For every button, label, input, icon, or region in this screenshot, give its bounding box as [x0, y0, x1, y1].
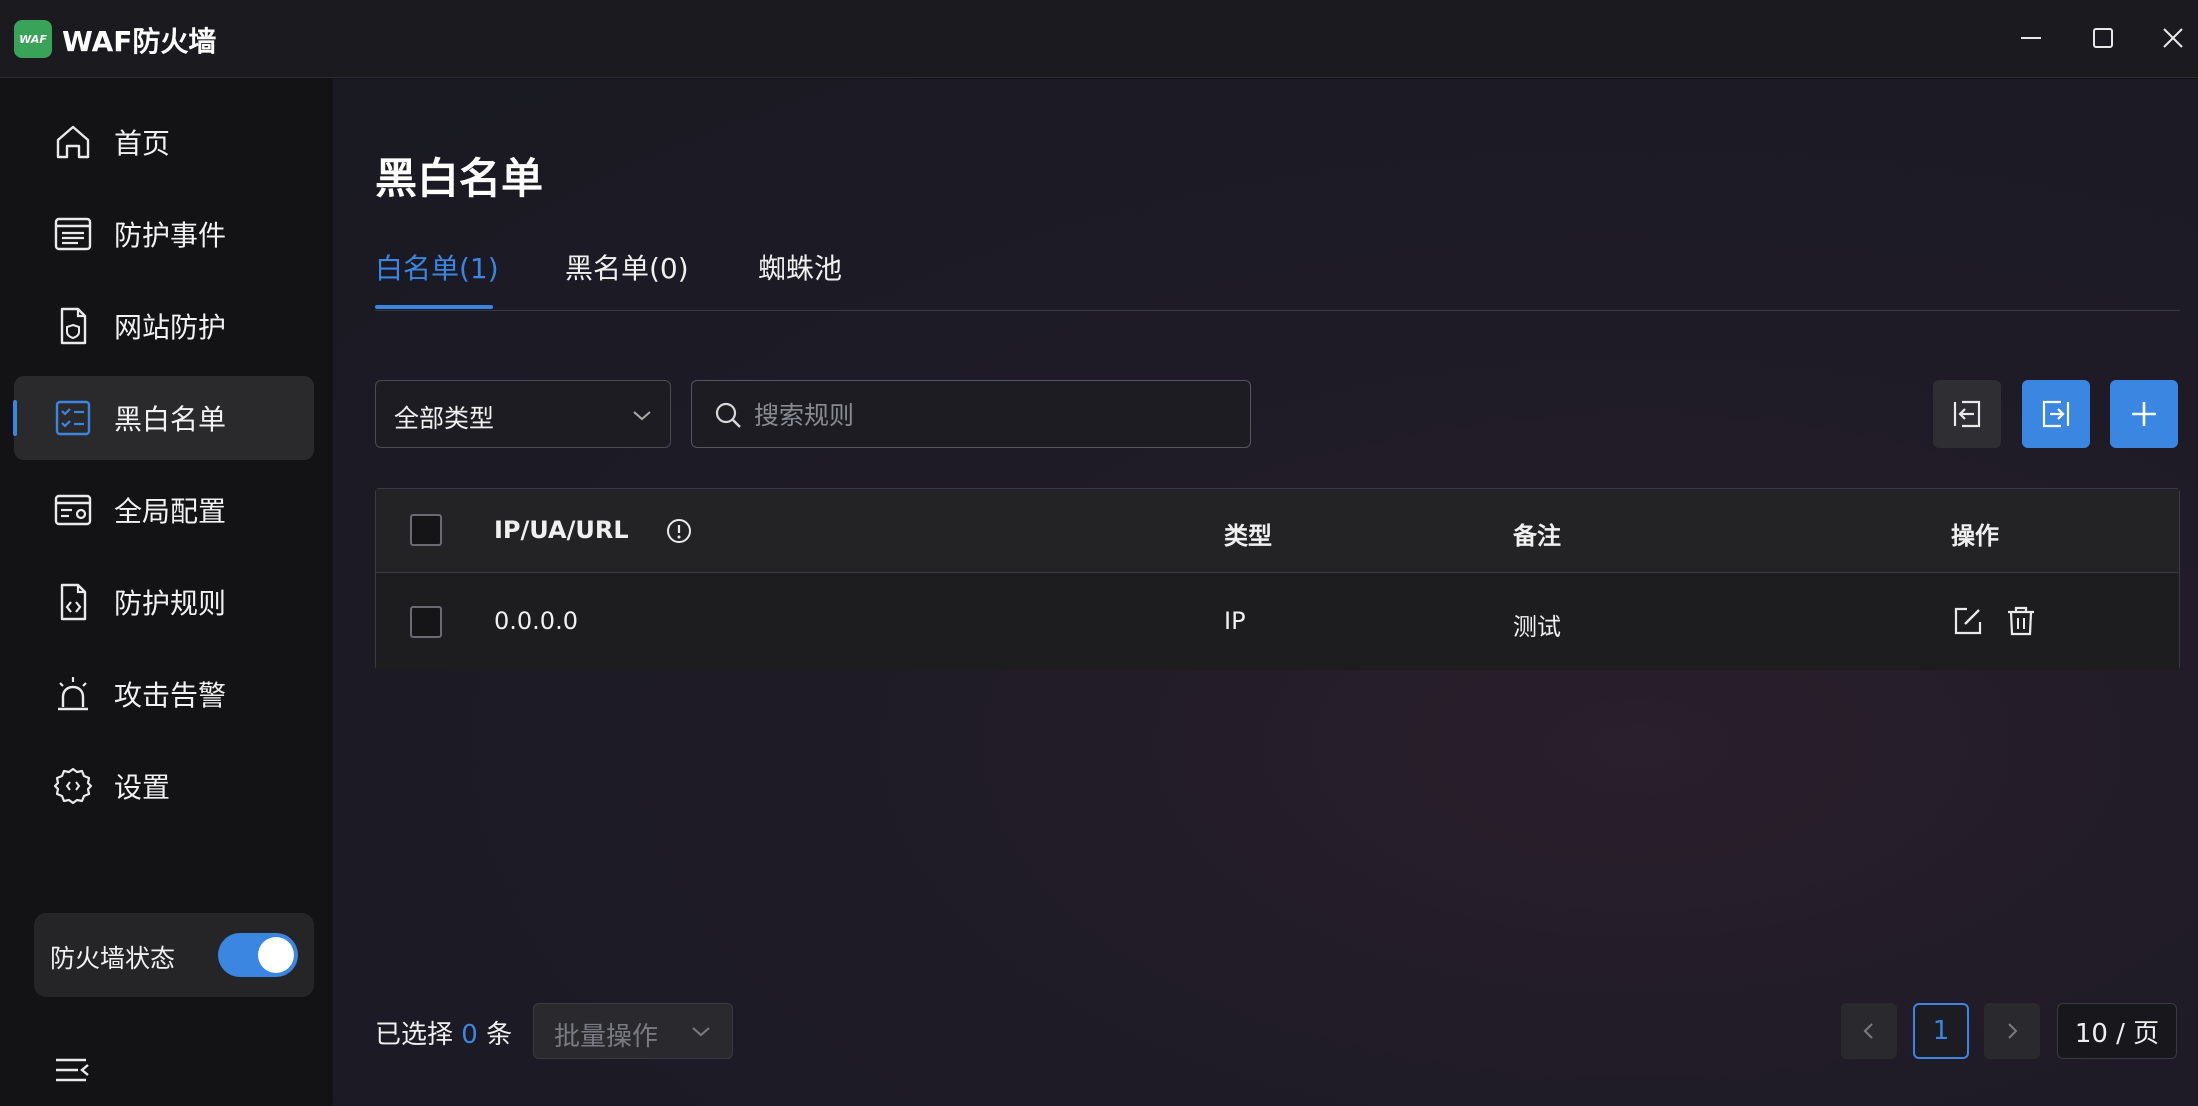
sidebar-item-label: 首页 — [114, 127, 171, 160]
search-box — [691, 380, 1251, 448]
import-icon — [1953, 400, 1981, 428]
row-checkbox[interactable] — [410, 606, 442, 638]
toggle-knob — [258, 937, 294, 973]
column-header-actions: 操作 — [1951, 522, 1999, 550]
tab-bar: 白名单(1) 黑名单(0) 蜘蛛池 — [375, 247, 2180, 311]
collapse-menu-icon — [56, 1058, 89, 1082]
maximize-button[interactable] — [2085, 20, 2121, 56]
logo-text: WAF — [19, 32, 47, 46]
delete-icon[interactable] — [2004, 604, 2038, 638]
rule-type: IP — [1224, 607, 1246, 635]
gear-icon — [52, 765, 94, 807]
site-shield-icon — [52, 305, 94, 347]
batch-operation-select[interactable]: 批量操作 — [533, 1003, 733, 1059]
type-filter-select[interactable]: 全部类型 — [375, 380, 671, 448]
selected-suffix: 条 — [486, 1020, 513, 1050]
sidebar-item-home[interactable]: 首页 — [14, 100, 314, 184]
chevron-right-icon — [2008, 1023, 2018, 1039]
app-title: WAF防火墙 — [62, 25, 217, 58]
edit-icon[interactable] — [1951, 604, 1985, 638]
export-button[interactable] — [2022, 380, 2090, 448]
select-all-checkbox[interactable] — [410, 514, 442, 546]
rule-note: 测试 — [1513, 613, 1561, 641]
page-size-select[interactable]: 10 / 页 — [2057, 1003, 2177, 1059]
search-icon — [715, 402, 741, 428]
sidebar-item-label: 网站防护 — [114, 311, 227, 344]
home-icon — [52, 121, 94, 163]
selected-prefix: 已选择 — [375, 1020, 454, 1050]
sidebar-item-blacklist-whitelist[interactable]: 黑白名单 — [13, 376, 314, 460]
sidebar-item-label: 防护规则 — [114, 587, 227, 620]
search-input[interactable] — [754, 395, 1224, 435]
maximize-icon — [2093, 28, 2113, 48]
import-button[interactable] — [1933, 380, 2001, 448]
selected-count: 0 — [461, 1020, 478, 1050]
sidebar-item-events[interactable]: 防护事件 — [14, 192, 314, 276]
sidebar-item-protection-rules[interactable]: 防护规则 — [14, 560, 314, 644]
sidebar: 首页 防护事件 网站防护 黑白名单 全局配置 防护规则 攻击告警 设置 防火墙状… — [0, 79, 333, 1106]
minimize-button[interactable] — [2013, 20, 2049, 56]
chevron-left-icon — [1863, 1023, 1873, 1039]
selected-count-text: 已选择 0 条 — [375, 1014, 512, 1051]
plus-icon — [2132, 402, 2156, 426]
column-header-note: 备注 — [1513, 522, 1561, 550]
minimize-icon — [2021, 37, 2041, 39]
type-filter-value: 全部类型 — [394, 404, 495, 433]
firewall-status-label: 防火墙状态 — [50, 944, 176, 973]
rule-file-icon — [52, 581, 94, 623]
firewall-status-toggle[interactable] — [218, 933, 298, 977]
sidebar-item-label: 黑白名单 — [114, 403, 227, 436]
waf-logo: WAF — [14, 20, 52, 58]
prev-page-button[interactable] — [1841, 1003, 1897, 1059]
collapse-sidebar-button[interactable] — [52, 1052, 92, 1088]
sidebar-item-global-config[interactable]: 全局配置 — [14, 468, 314, 552]
sidebar-item-label: 设置 — [114, 771, 171, 804]
main-content: 黑白名单 白名单(1) 黑名单(0) 蜘蛛池 全部类型 IP/UA — [333, 79, 2198, 1106]
chevron-down-icon — [633, 411, 651, 421]
sidebar-item-label: 全局配置 — [114, 495, 227, 528]
event-list-icon — [52, 213, 94, 255]
close-button[interactable] — [2155, 20, 2191, 56]
rules-table: IP/UA/URL 类型 备注 操作 0.0.0.0 IP 测试 — [375, 488, 2180, 670]
export-icon — [2042, 400, 2070, 428]
tab-blacklist[interactable]: 黑名单(0) — [565, 247, 689, 287]
tab-whitelist[interactable]: 白名单(1) — [375, 247, 499, 287]
title-bar: WAF WAF防火墙 — [0, 0, 2198, 78]
browser-settings-icon — [52, 489, 94, 531]
sidebar-item-settings[interactable]: 设置 — [14, 744, 314, 828]
active-tab-underline — [375, 305, 493, 309]
table-row[interactable]: 0.0.0.0 IP 测试 — [376, 574, 2179, 670]
add-rule-button[interactable] — [2110, 380, 2178, 448]
active-indicator — [13, 400, 17, 436]
tab-spider-pool[interactable]: 蜘蛛池 — [758, 247, 842, 287]
info-icon[interactable] — [665, 517, 693, 545]
close-icon — [2163, 28, 2183, 48]
app-window: WAF WAF防火墙 首页 防护事件 网站防护 黑白名单 全局配置 防护规则 攻… — [0, 0, 2198, 1106]
firewall-status-card: 防火墙状态 — [34, 913, 314, 997]
table-header: IP/UA/URL 类型 备注 操作 — [376, 489, 2179, 573]
column-header-type: 类型 — [1224, 522, 1272, 550]
rule-value: 0.0.0.0 — [494, 607, 578, 635]
page-title: 黑白名单 — [375, 154, 544, 203]
sidebar-item-label: 防护事件 — [114, 219, 227, 252]
chevron-down-icon — [692, 1027, 710, 1037]
sidebar-item-attack-alerts[interactable]: 攻击告警 — [14, 652, 314, 736]
column-header-rule: IP/UA/URL — [494, 516, 629, 544]
sidebar-item-label: 攻击告警 — [114, 679, 227, 712]
alarm-icon — [52, 673, 94, 715]
sidebar-item-site-protection[interactable]: 网站防护 — [14, 284, 314, 368]
page-button-current[interactable]: 1 — [1913, 1003, 1969, 1059]
checklist-icon — [52, 397, 94, 439]
batch-operation-label: 批量操作 — [554, 1022, 659, 1052]
next-page-button[interactable] — [1984, 1003, 2040, 1059]
